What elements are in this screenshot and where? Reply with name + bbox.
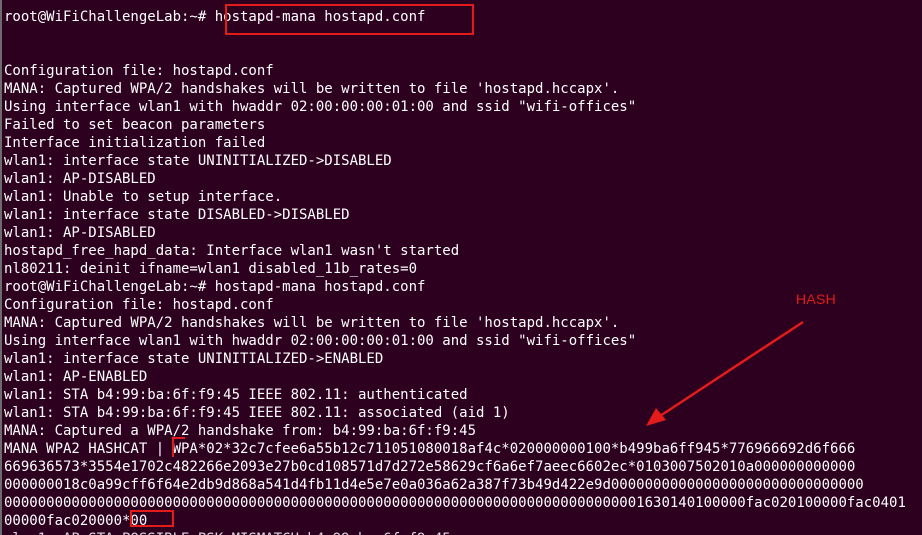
terminal-window[interactable]: root@WiFiChallengeLab:~# hostapd-mana ho…: [0, 0, 922, 535]
hash-arrow-icon: [646, 320, 804, 426]
